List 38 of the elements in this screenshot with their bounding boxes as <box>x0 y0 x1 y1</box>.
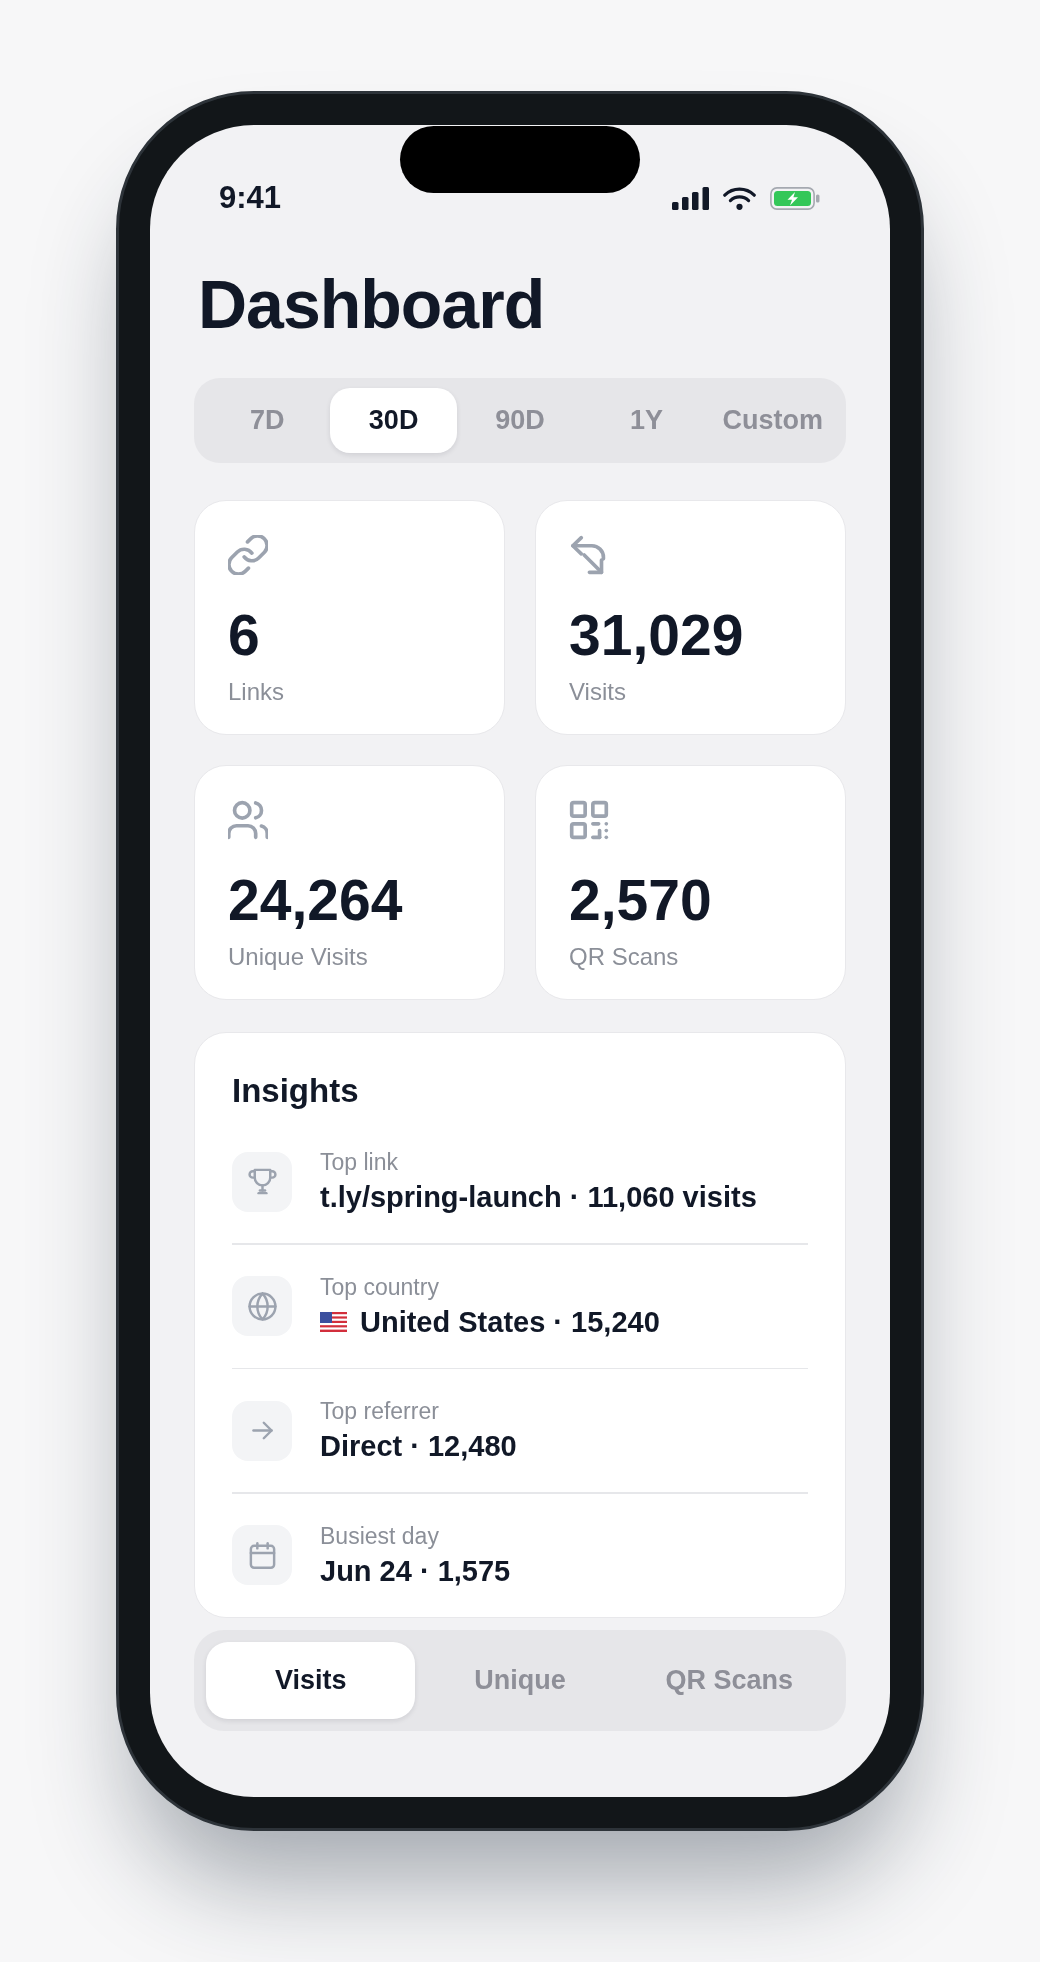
status-time: 9:41 <box>219 180 282 216</box>
battery-icon <box>770 186 820 210</box>
range-tab[interactable]: 7D <box>204 388 331 453</box>
stat-value: 2,570 <box>569 868 712 932</box>
link-icon <box>228 535 268 575</box>
range-tab[interactable]: 1Y <box>583 388 710 453</box>
metric-tab[interactable]: Visits <box>206 1642 416 1719</box>
stat-label: Visits <box>569 677 626 707</box>
insights-title: Insights <box>232 1071 359 1111</box>
stat-value: 24,264 <box>228 868 403 932</box>
stat-label: Unique Visits <box>228 942 368 972</box>
qr-code-icon <box>569 800 609 840</box>
trophy-icon <box>232 1151 292 1212</box>
flag-icon <box>320 1311 347 1332</box>
insight-value: United States · 15,240 <box>360 1304 660 1340</box>
insight-label: Top referrer <box>320 1397 439 1425</box>
insight-label: Busiest day <box>320 1521 439 1550</box>
signal-icon <box>672 186 709 210</box>
users-icon <box>228 800 268 840</box>
stat-value: 6 <box>228 603 260 667</box>
insight-label: Top link <box>320 1148 398 1176</box>
range-tab[interactable]: 90D <box>456 388 584 453</box>
insight-value: t.ly/spring-launch · 11,060 visits <box>320 1180 757 1215</box>
range-tab[interactable]: 30D <box>330 388 457 453</box>
stat-label: QR Scans <box>569 942 679 972</box>
stat-value: 31,029 <box>569 603 744 667</box>
calendar-icon <box>232 1525 292 1585</box>
range-tab[interactable]: Custom <box>709 388 837 453</box>
insight-label: Top country <box>320 1272 439 1301</box>
metric-tab[interactable]: QR Scans <box>624 1642 834 1719</box>
metric-tab[interactable]: Unique <box>415 1642 625 1719</box>
stat-label: Links <box>228 677 285 707</box>
insight-value: Jun 24 · 1,575 <box>320 1553 511 1589</box>
globe-icon <box>232 1276 292 1336</box>
arrow-right-icon <box>232 1400 292 1461</box>
wifi-icon <box>723 186 756 210</box>
insight-value: Direct · 12,480 <box>320 1429 517 1464</box>
page-title: Dashboard <box>197 265 545 344</box>
